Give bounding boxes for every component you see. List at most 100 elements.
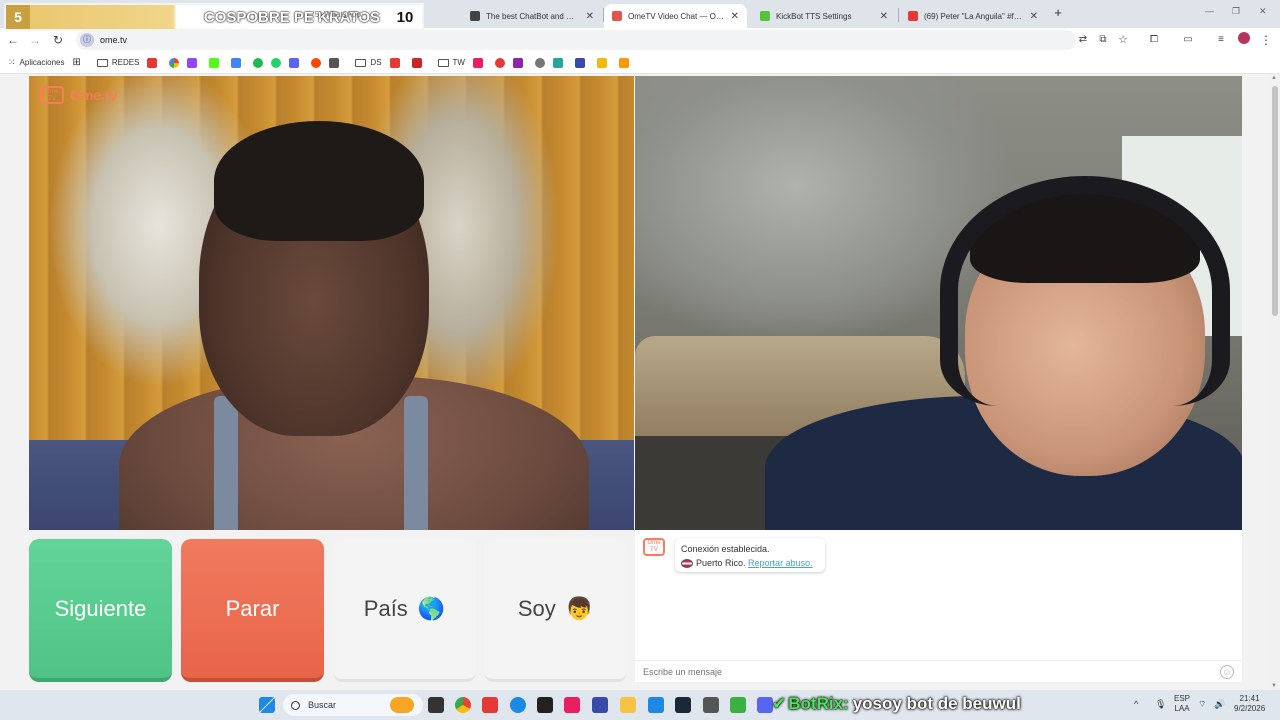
remote-video: Ome TV Ome.tv xyxy=(29,76,634,530)
bookmark-kick[interactable] xyxy=(209,57,223,68)
bookmark-red-a[interactable] xyxy=(389,57,404,68)
bookmark-whatsapp[interactable] xyxy=(271,57,282,68)
discord-taskbar-icon[interactable] xyxy=(757,697,773,713)
bookmark-binance[interactable] xyxy=(596,57,611,68)
bookmark-google[interactable] xyxy=(169,57,180,68)
tab-youtube[interactable]: (69) Peter "La Anguila" #funny ✕ xyxy=(900,4,1046,28)
extensions-icon[interactable]: ⧠ xyxy=(1146,32,1162,48)
close-window-icon[interactable]: ✕ xyxy=(1259,6,1267,17)
tab-ometv[interactable]: OmeTV Video Chat — Ome ✕ xyxy=(604,4,747,28)
tray-chevron-icon[interactable]: ^ xyxy=(1134,699,1138,709)
terminal-icon[interactable] xyxy=(537,697,553,713)
close-icon[interactable]: ✕ xyxy=(880,11,888,22)
tiktok-icon[interactable] xyxy=(564,697,580,713)
close-icon[interactable]: ✕ xyxy=(586,11,594,22)
bookmark-star-icon[interactable]: ☆ xyxy=(1115,32,1131,48)
media-icon[interactable]: ≡ xyxy=(1213,32,1229,48)
bookmark-drive[interactable] xyxy=(231,57,245,68)
ometv-logo-badge: Ome TV xyxy=(40,86,64,104)
folder-bookmark-tw[interactable]: TW xyxy=(437,58,465,67)
left-score: 5 xyxy=(6,5,30,29)
ometv-logo-name: Ome.tv xyxy=(70,87,118,103)
app-blue-icon[interactable] xyxy=(592,697,608,713)
apps-bookmark[interactable]: ⁙ Aplicaciones xyxy=(8,57,64,68)
clock[interactable]: 21:41 9/2/2026 xyxy=(1234,694,1265,714)
bookmark-openai[interactable] xyxy=(534,57,545,68)
sidebar-icon[interactable]: ▭ xyxy=(1180,32,1196,48)
profile-avatar[interactable] xyxy=(1236,32,1252,48)
mic-icon[interactable]: 🎙 xyxy=(1155,699,1166,709)
chat-panel: Ome TV Conexión establecida. Puerto Rico… xyxy=(635,530,1242,682)
globe-icon: 🌎 xyxy=(417,596,446,621)
stop-button[interactable]: Parar xyxy=(181,539,324,682)
new-tab-button[interactable]: + xyxy=(1050,5,1066,21)
folder-bookmark-ds[interactable]: DS xyxy=(355,58,382,67)
next-button[interactable]: Siguiente xyxy=(29,539,172,682)
bookmark-youtube[interactable] xyxy=(147,57,161,68)
purple-app-icon xyxy=(512,57,523,68)
bookmark-teal[interactable] xyxy=(552,57,567,68)
install-icon[interactable]: ⧉ xyxy=(1095,32,1111,48)
scroll-down-icon[interactable]: ▼ xyxy=(1271,683,1277,689)
emoji-picker-icon[interactable]: ☺ xyxy=(1220,664,1234,679)
bookmark-twitch[interactable] xyxy=(187,57,201,68)
url-text: ome.tv xyxy=(100,35,128,45)
country-label: País xyxy=(363,596,408,621)
folder-label: REDES xyxy=(111,58,140,67)
message-input[interactable] xyxy=(643,666,1220,677)
report-abuse-link[interactable]: Reportar abuso. xyxy=(748,558,813,568)
bookmark-spotify[interactable] xyxy=(253,57,264,68)
language-indicator[interactable]: ESP LAA xyxy=(1174,694,1190,714)
bookmark-orange[interactable] xyxy=(618,57,633,68)
bookmark-pinned[interactable] xyxy=(329,57,343,68)
gender-button[interactable]: Soy 👦 xyxy=(484,539,627,682)
menu-icon[interactable]: ⋮ xyxy=(1258,32,1274,48)
tab-kickbot[interactable]: KickBot TTS Settings ✕ xyxy=(752,4,896,28)
widgets-icon[interactable] xyxy=(390,697,414,713)
bookmark-discord[interactable] xyxy=(289,57,303,68)
windows-start-icon[interactable] xyxy=(259,697,275,713)
maximize-icon[interactable]: ❐ xyxy=(1232,6,1240,17)
scroll-up-icon[interactable]: ▲ xyxy=(1271,75,1277,81)
bookmark-blue[interactable] xyxy=(574,57,589,68)
openai-icon xyxy=(534,57,545,68)
chrome-icon[interactable] xyxy=(455,697,471,713)
back-icon[interactable]: ← xyxy=(5,32,21,48)
forward-icon[interactable]: → xyxy=(27,32,43,48)
site-info-icon[interactable]: ⓘ xyxy=(80,33,94,47)
tab-chatbot[interactable]: The best ChatBot and Widgets ✕ xyxy=(462,4,602,28)
tab-label: OmeTV Video Chat — Ome xyxy=(628,11,725,21)
minimize-icon[interactable]: — xyxy=(1205,6,1214,16)
tab-search-icon[interactable]: ⊞ xyxy=(72,57,80,68)
app-gray-icon[interactable] xyxy=(703,697,719,713)
spotify-icon xyxy=(253,57,264,68)
bookmark-red-dot[interactable] xyxy=(494,57,505,68)
bookmark-purple[interactable] xyxy=(512,57,527,68)
steam-icon[interactable] xyxy=(675,697,691,713)
task-view-icon[interactable] xyxy=(428,697,444,713)
file-explorer-icon[interactable] xyxy=(620,697,636,713)
minecraft-icon[interactable] xyxy=(730,697,746,713)
scrollbar-thumb[interactable] xyxy=(1272,86,1278,316)
reload-icon[interactable]: ↻ xyxy=(50,32,66,48)
red-app-icon xyxy=(411,57,422,68)
store-icon[interactable] xyxy=(648,697,664,713)
bookmark-reddit[interactable] xyxy=(311,57,322,68)
folder-bookmark-redes[interactable]: REDES xyxy=(96,58,140,67)
partner-country: Puerto Rico. xyxy=(696,558,746,568)
close-icon[interactable]: ✕ xyxy=(731,11,739,22)
country-button[interactable]: País 🌎 xyxy=(333,539,476,682)
bookmark-pink[interactable] xyxy=(472,57,487,68)
youtube-icon xyxy=(147,57,158,68)
edge-icon[interactable] xyxy=(510,697,526,713)
page-scrollbar[interactable]: ▲ ▼ xyxy=(1270,74,1280,690)
bookmark-red-b[interactable] xyxy=(411,57,426,68)
wifi-icon[interactable]: ⌔ xyxy=(1198,699,1206,709)
translate-icon[interactable]: ⇄ xyxy=(1075,32,1091,48)
url-bar[interactable]: ⓘ ome.tv xyxy=(76,30,1076,50)
volume-icon[interactable]: 🔊 xyxy=(1214,699,1225,709)
reddit-icon xyxy=(311,57,322,68)
close-icon[interactable]: ✕ xyxy=(1030,11,1038,22)
connection-status: Conexión establecida. xyxy=(681,544,770,554)
app-red-icon[interactable] xyxy=(482,697,498,713)
